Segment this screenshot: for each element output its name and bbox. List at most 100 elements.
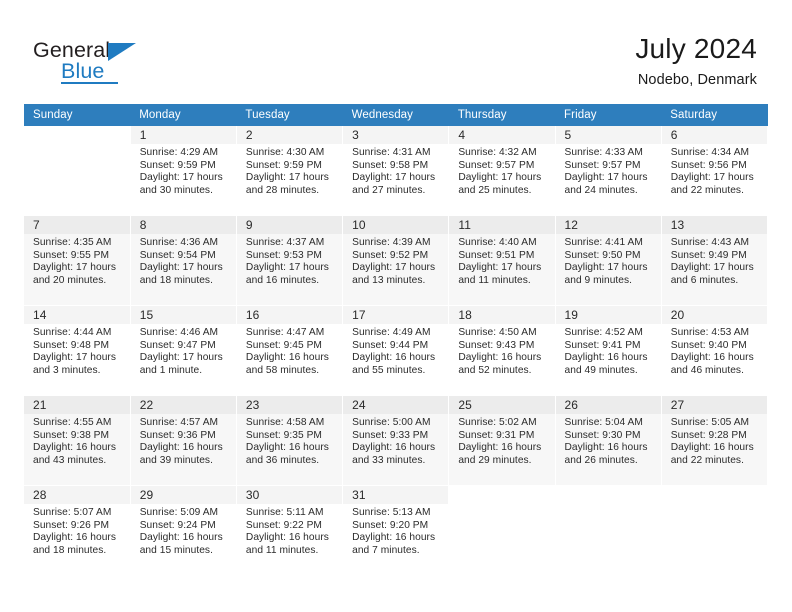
day-number: 20 xyxy=(661,306,767,324)
calendar-day-cell[interactable]: 16 Sunrise: 4:47 AM Sunset: 9:45 PM Dayligh… xyxy=(236,305,344,396)
weekday-header-monday: Monday xyxy=(130,104,237,126)
day-info-line: Sunset: 9:59 PM xyxy=(245,159,322,171)
day-sun-info xyxy=(662,504,767,507)
calendar-day-cell[interactable]: 29 Sunrise: 5:09 AM Sunset: 9:24 PM Dayligh… xyxy=(130,485,237,576)
day-info-line: Daylight: 17 hours xyxy=(458,262,542,274)
calendar-day-cell[interactable]: 17 Sunrise: 4:49 AM Sunset: 9:44 PM Dayligh… xyxy=(342,305,450,396)
calendar-day-cell[interactable]: 22 Sunrise: 4:57 AM Sunset: 9:36 PM Dayligh… xyxy=(130,395,237,486)
day-number: 17 xyxy=(343,306,449,324)
day-sun-info: Sunrise: 4:55 AM Sunset: 9:38 PM Daylight:… xyxy=(24,414,130,467)
calendar-day-cell[interactable]: 10 Sunrise: 4:39 AM Sunset: 9:52 PM Dayligh… xyxy=(342,215,450,306)
day-number: 30 xyxy=(236,486,343,504)
day-info-line: Sunrise: 4:49 AM xyxy=(352,327,431,338)
day-cell-inner: 24 Sunrise: 5:00 AM Sunset: 9:33 PM Dayligh… xyxy=(343,396,449,485)
calendar-day-cell[interactable]: 2 Sunrise: 4:30 AM Sunset: 9:59 PM Daylight… xyxy=(236,126,344,216)
day-number: 10 xyxy=(343,216,449,234)
calendar-day-cell[interactable]: 26 Sunrise: 5:04 AM Sunset: 9:30 PM Dayligh… xyxy=(555,395,662,486)
day-cell-inner: 2 Sunrise: 4:30 AM Sunset: 9:59 PM Daylight… xyxy=(236,126,343,215)
calendar-container: Sunday Monday Tuesday Wednesday Thursday Frid… xyxy=(24,104,769,576)
day-info-line: and 11 minutes. xyxy=(245,544,319,556)
calendar-day-cell[interactable]: 30 Sunrise: 5:11 AM Sunset: 9:22 PM Dayligh… xyxy=(236,485,344,576)
day-info-line: Sunrise: 4:53 AM xyxy=(670,327,750,338)
day-sun-info: Sunrise: 4:50 AM Sunset: 9:43 PM Daylight:… xyxy=(449,324,554,377)
weekday-header-thursday: Thursday xyxy=(448,104,556,126)
calendar-day-cell[interactable]: 28 Sunrise: 5:07 AM Sunset: 9:26 PM Dayligh… xyxy=(24,485,131,576)
calendar-day-cell[interactable]: 13 Sunrise: 4:43 AM Sunset: 9:49 PM Dayligh… xyxy=(661,215,769,306)
day-info-line: and 43 minutes. xyxy=(33,454,107,466)
calendar-day-cell[interactable]: 8 Sunrise: 4:36 AM Sunset: 9:54 PM Daylight… xyxy=(130,215,237,306)
weekday-header-wednesday: Wednesday xyxy=(342,104,449,126)
day-info-line: Sunrise: 4:35 AM xyxy=(33,237,112,248)
day-info-line: Sunset: 9:56 PM xyxy=(670,159,747,171)
day-info-line: and 1 minute. xyxy=(139,364,203,376)
calendar-day-cell[interactable]: 19 Sunrise: 4:52 AM Sunset: 9:41 PM Dayligh… xyxy=(555,305,662,396)
day-info-line: Daylight: 16 hours xyxy=(245,352,329,364)
calendar-day-cell[interactable]: 20 Sunrise: 4:53 AM Sunset: 9:40 PM Dayligh… xyxy=(661,305,769,396)
calendar-day-cell[interactable]: 11 Sunrise: 4:40 AM Sunset: 9:51 PM Dayligh… xyxy=(448,215,556,306)
calendar-day-cell[interactable]: 7 Sunrise: 4:35 AM Sunset: 9:55 PM Daylight… xyxy=(24,215,131,306)
calendar-week-row: 14 Sunrise: 4:44 AM Sunset: 9:48 PM Dayligh… xyxy=(24,305,769,396)
day-info-line: Sunset: 9:53 PM xyxy=(245,249,322,261)
day-number: 6 xyxy=(661,126,767,144)
day-sun-info: Sunrise: 4:36 AM Sunset: 9:54 PM Daylight:… xyxy=(131,234,236,287)
day-info-line: Daylight: 16 hours xyxy=(139,532,223,544)
day-info-line: Sunset: 9:45 PM xyxy=(245,339,322,351)
calendar-day-cell[interactable]: 5 Sunrise: 4:33 AM Sunset: 9:57 PM Daylight… xyxy=(555,126,662,216)
day-cell-inner: 23 Sunrise: 4:58 AM Sunset: 9:35 PM Dayligh… xyxy=(236,396,343,485)
day-cell-inner: 5 Sunrise: 4:33 AM Sunset: 9:57 PM Daylight… xyxy=(555,126,661,215)
day-info-line: Sunrise: 4:50 AM xyxy=(458,327,537,338)
day-info-line: and 15 minutes. xyxy=(139,544,213,556)
day-info-line: Daylight: 17 hours xyxy=(564,172,648,184)
day-info-line: Sunset: 9:58 PM xyxy=(352,159,429,171)
calendar-day-cell[interactable]: 21 Sunrise: 4:55 AM Sunset: 9:38 PM Dayligh… xyxy=(24,395,131,486)
calendar-body: 1 Sunrise: 4:29 AM Sunset: 9:59 PM Daylight… xyxy=(24,126,769,576)
day-number: 11 xyxy=(449,216,555,234)
day-sun-info: Sunrise: 4:53 AM Sunset: 9:40 PM Daylight:… xyxy=(662,324,767,377)
day-cell-inner: 11 Sunrise: 4:40 AM Sunset: 9:51 PM Dayligh… xyxy=(449,216,555,305)
calendar-day-cell[interactable]: 1 Sunrise: 4:29 AM Sunset: 9:59 PM Daylight… xyxy=(130,126,237,216)
calendar-day-cell[interactable]: 12 Sunrise: 4:41 AM Sunset: 9:50 PM Dayligh… xyxy=(555,215,662,306)
day-info-line: Daylight: 16 hours xyxy=(245,442,329,454)
day-info-line: Daylight: 17 hours xyxy=(670,262,754,274)
calendar-day-cell[interactable]: 15 Sunrise: 4:46 AM Sunset: 9:47 PM Dayligh… xyxy=(130,305,237,396)
calendar-page: General Blue July 2024 Nodebo, Denmark S… xyxy=(0,0,792,612)
day-cell-inner: 9 Sunrise: 4:37 AM Sunset: 9:53 PM Daylight… xyxy=(236,216,343,305)
calendar-day-cell[interactable]: 23 Sunrise: 4:58 AM Sunset: 9:35 PM Dayligh… xyxy=(236,395,344,486)
day-info-line: and 36 minutes. xyxy=(245,454,320,466)
calendar-day-cell[interactable]: 6 Sunrise: 4:34 AM Sunset: 9:56 PM Daylight… xyxy=(661,126,769,216)
calendar-day-cell[interactable]: 3 Sunrise: 4:31 AM Sunset: 9:58 PM Daylight… xyxy=(342,126,450,216)
day-info-line: Daylight: 17 hours xyxy=(670,172,754,184)
day-number: 28 xyxy=(24,486,130,504)
day-info-line: Sunrise: 4:46 AM xyxy=(139,327,219,338)
day-sun-info: Sunrise: 5:05 AM Sunset: 9:28 PM Daylight:… xyxy=(662,414,767,467)
day-info-line: Sunset: 9:22 PM xyxy=(245,519,322,531)
calendar-cell-empty xyxy=(661,485,769,576)
calendar-day-cell[interactable]: 18 Sunrise: 4:50 AM Sunset: 9:43 PM Dayligh… xyxy=(448,305,556,396)
calendar-day-cell[interactable]: 25 Sunrise: 5:02 AM Sunset: 9:31 PM Dayligh… xyxy=(448,395,556,486)
day-sun-info: Sunrise: 4:49 AM Sunset: 9:44 PM Daylight:… xyxy=(343,324,448,377)
day-info-line: Sunrise: 4:58 AM xyxy=(245,417,325,428)
day-info-line: Sunrise: 4:37 AM xyxy=(245,237,325,248)
calendar-day-cell[interactable]: 24 Sunrise: 5:00 AM Sunset: 9:33 PM Dayligh… xyxy=(342,395,450,486)
day-cell-inner: 16 Sunrise: 4:47 AM Sunset: 9:45 PM Dayligh… xyxy=(236,306,343,395)
day-sun-info: Sunrise: 4:41 AM Sunset: 9:50 PM Daylight:… xyxy=(556,234,661,287)
day-info-line: Sunset: 9:26 PM xyxy=(33,519,110,531)
day-info-line: Sunrise: 5:11 AM xyxy=(245,507,324,518)
day-cell-inner: 12 Sunrise: 4:41 AM Sunset: 9:50 PM Dayligh… xyxy=(555,216,661,305)
day-number: 15 xyxy=(130,306,236,324)
day-sun-info: Sunrise: 4:44 AM Sunset: 9:48 PM Daylight:… xyxy=(24,324,130,377)
calendar-day-cell[interactable]: 14 Sunrise: 4:44 AM Sunset: 9:48 PM Dayligh… xyxy=(24,305,131,396)
calendar-day-cell[interactable]: 9 Sunrise: 4:37 AM Sunset: 9:53 PM Daylight… xyxy=(236,215,344,306)
brand-logo[interactable]: General Blue xyxy=(33,38,163,86)
day-sun-info: Sunrise: 5:09 AM Sunset: 9:24 PM Daylight:… xyxy=(131,504,236,557)
day-info-line: Sunrise: 4:47 AM xyxy=(245,327,325,338)
weekday-header-row: Sunday Monday Tuesday Wednesday Thursday Frid… xyxy=(24,104,768,126)
day-number: 13 xyxy=(661,216,767,234)
calendar-day-cell[interactable]: 31 Sunrise: 5:13 AM Sunset: 9:20 PM Dayligh… xyxy=(342,485,450,576)
calendar-day-cell[interactable]: 27 Sunrise: 5:05 AM Sunset: 9:28 PM Dayligh… xyxy=(661,395,769,486)
day-number xyxy=(661,486,767,504)
day-info-line: and 27 minutes. xyxy=(352,184,426,196)
day-info-line: Sunset: 9:40 PM xyxy=(670,339,747,351)
day-cell-inner: 25 Sunrise: 5:02 AM Sunset: 9:31 PM Dayligh… xyxy=(449,396,555,485)
calendar-day-cell[interactable]: 4 Sunrise: 4:32 AM Sunset: 9:57 PM Daylight… xyxy=(448,126,556,216)
